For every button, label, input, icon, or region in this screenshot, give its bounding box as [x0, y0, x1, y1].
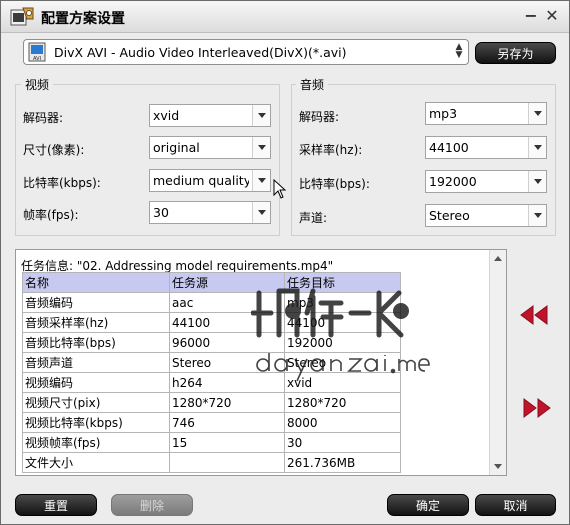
chevron-down-icon	[528, 137, 546, 158]
chevron-down-icon	[252, 137, 270, 158]
audio-codec-value: mp3	[429, 106, 458, 121]
minimize-button[interactable]: −	[522, 7, 540, 25]
table-row: 视频尺寸(pix) 1280*720 1280*720	[22, 392, 401, 413]
svg-text:AVI: AVI	[33, 56, 41, 62]
fast-forward-icon[interactable]	[522, 397, 552, 419]
audio-bitrate-value: 192000	[429, 174, 477, 189]
table-cell: 音频比特率(bps)	[22, 332, 170, 353]
video-codec-label: 解码器:	[23, 111, 64, 125]
audio-codec-label: 解码器:	[299, 110, 340, 124]
audio-samplerate-value: 44100	[429, 140, 469, 155]
table-cell: 261.736MB	[284, 452, 401, 473]
table-cell	[169, 452, 285, 473]
audio-channels-value: Stereo	[429, 208, 470, 223]
video-size-select[interactable]: original	[149, 136, 271, 159]
audio-channels-label: 声道:	[299, 211, 328, 225]
video-framerate-label: 帧率(fps):	[23, 208, 79, 222]
save-as-button[interactable]: 另存为	[475, 42, 556, 64]
table-cell: 1280*720	[169, 392, 285, 413]
chevron-down-icon	[252, 202, 270, 223]
audio-samplerate-label: 采样率(hz):	[299, 143, 363, 157]
window-title: 配置方案设置	[41, 11, 125, 27]
video-codec-select[interactable]: xvid	[149, 104, 271, 127]
mouse-cursor-icon	[273, 179, 287, 199]
profile-selected-value: DivX AVI - Audio Video Interleaved(DivX)…	[54, 45, 347, 60]
table-cell: 视频帧率(fps)	[22, 432, 170, 453]
table-row: 文件大小 261.736MB	[22, 452, 401, 473]
title-bar: 配置方案设置 − ✕	[1, 1, 569, 33]
video-size-label: 尺寸(像素):	[23, 143, 85, 157]
close-button[interactable]: ✕	[543, 7, 561, 25]
table-cell: 746	[169, 412, 285, 433]
chevron-down-icon	[528, 171, 546, 192]
scroll-down-icon[interactable]	[494, 464, 502, 469]
audio-bitrate-label: 比特率(bps):	[299, 177, 370, 191]
audio-codec-select[interactable]: mp3	[425, 102, 547, 125]
reset-button[interactable]: 重置	[15, 494, 97, 516]
table-row: 视频帧率(fps) 15 30	[22, 432, 401, 453]
profile-dropdown[interactable]: AVI DivX AVI - Audio Video Interleaved(D…	[23, 39, 469, 65]
table-cell: 音频采样率(hz)	[22, 312, 170, 333]
table-cell: 视频尺寸(pix)	[22, 392, 170, 413]
table-cell: 8000	[284, 412, 401, 433]
table-cell: 30	[284, 432, 401, 453]
chevron-down-icon	[252, 170, 270, 191]
cancel-button[interactable]: 取消	[475, 494, 556, 516]
video-bitrate-select[interactable]: medium quality	[149, 169, 271, 192]
table-row: 视频比特率(kbps) 746 8000	[22, 412, 401, 433]
video-bitrate-value: medium quality	[153, 173, 249, 188]
audio-bitrate-select[interactable]: 192000	[425, 170, 547, 193]
scroll-up-icon[interactable]	[494, 256, 502, 261]
table-cell: 视频比特率(kbps)	[22, 412, 170, 433]
rewind-icon[interactable]	[519, 304, 549, 326]
ok-button[interactable]: 确定	[387, 494, 469, 516]
video-framerate-select[interactable]: 30	[149, 201, 271, 224]
table-cell: 视频编码	[22, 372, 170, 393]
spinner-icon: ▲ ▼	[455, 42, 463, 60]
settings-window: 配置方案设置 − ✕ AVI DivX AVI - Audio Video In…	[0, 0, 570, 525]
table-header-cell: 名称	[22, 272, 170, 293]
table-cell: 文件大小	[22, 452, 170, 473]
avi-file-icon: AVI	[28, 42, 46, 62]
table-cell: 音频声道	[22, 352, 170, 373]
video-codec-value: xvid	[153, 108, 180, 123]
video-bitrate-label: 比特率(kbps):	[23, 176, 101, 190]
vertical-scrollbar[interactable]	[489, 250, 506, 475]
chevron-down-icon	[252, 105, 270, 126]
video-framerate-value: 30	[153, 205, 169, 220]
delete-button[interactable]: 删除	[111, 494, 193, 516]
app-icon	[10, 7, 34, 26]
audio-channels-select[interactable]: Stereo	[425, 204, 547, 227]
table-cell: 1280*720	[284, 392, 401, 413]
video-group-label: 视频	[21, 76, 54, 93]
watermark-logo	[251, 288, 430, 382]
audio-samplerate-select[interactable]: 44100	[425, 136, 547, 159]
audio-group-label: 音频	[296, 76, 329, 93]
chevron-down-icon	[528, 205, 546, 226]
table-cell: 15	[169, 432, 285, 453]
video-size-value: original	[153, 140, 200, 155]
table-cell: 音频编码	[22, 292, 170, 313]
chevron-down-icon	[528, 103, 546, 124]
